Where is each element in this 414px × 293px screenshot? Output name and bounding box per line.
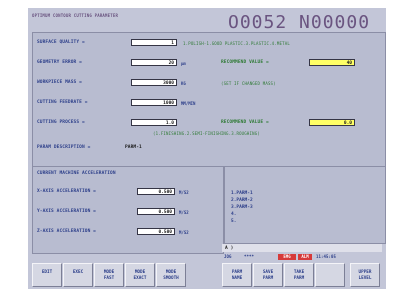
softkey-save-parm[interactable]: SAVE PARM xyxy=(253,263,283,287)
geometry-error-recommend-value: 40 xyxy=(309,59,355,66)
param-description-value[interactable]: PARM-1 xyxy=(125,145,142,150)
workpiece-mass-label: WORKPIECE MASS = xyxy=(37,80,82,85)
program-number: O0052 N00000 xyxy=(228,12,371,33)
softkey-mode-smooth[interactable]: MODE SMOOTH xyxy=(156,263,186,287)
cutting-process-input[interactable]: 1.0 xyxy=(131,119,177,126)
preset-item[interactable]: 4. xyxy=(231,212,236,217)
surface-quality-label: SURFACE QUALITY = xyxy=(37,40,85,45)
softkey-take-parm[interactable]: TAKE PARM xyxy=(284,263,314,287)
preset-item[interactable]: 1.PARM-1 xyxy=(231,191,253,196)
z-accel-label: Z-AXIS ACCELERATION = xyxy=(37,229,96,234)
clock: 11:45:05 xyxy=(316,254,337,259)
softkey-edit[interactable]: EDIT xyxy=(32,263,62,287)
softkey-bar: EDIT EXEC MODE FAST MODE EXACT MODE SMOOTH … xyxy=(28,262,386,289)
softkey-mode-exact[interactable]: MODE EXACT xyxy=(125,263,155,287)
screen-title: OPTIMUM CONTOUR CUTTING PARAMETER xyxy=(32,13,119,18)
softkey-mode-fast[interactable]: MODE FAST xyxy=(94,263,124,287)
geometry-error-recommend-label: RECOMMEND VALUE = xyxy=(221,60,269,65)
cutting-process-recommend-label: RECOMMEND VALUE = xyxy=(221,120,269,125)
cutting-process-note: (1.FINISHING.2.SEMI-FINISHING.3.ROUGHING… xyxy=(153,131,260,136)
surface-quality-input[interactable]: 1 xyxy=(131,39,177,46)
geometry-error-label: GEOMETRY ERROR = xyxy=(37,60,82,65)
cnc-screen: OPTIMUM CONTOUR CUTTING PARAMETER O0052 … xyxy=(28,8,386,289)
param-description-label: PARAM DESCRIPTION = xyxy=(37,145,91,150)
surface-quality-note: 1.POLISH-1.GOOD PLASTIC.3.PLASTIC.4.META… xyxy=(183,41,290,46)
y-accel-label: Y-AXIS ACCELERATION = xyxy=(37,209,96,214)
acceleration-title: CURRENT MACHINE ACCELERATION xyxy=(37,171,116,176)
command-line-text: A ) xyxy=(225,246,234,251)
acceleration-panel: CURRENT MACHINE ACCELERATION X-AXIS ACCE… xyxy=(32,166,224,254)
x-accel-input[interactable]: 0.500 xyxy=(137,188,175,195)
softkey-parm-name[interactable]: PARM NAME xyxy=(222,263,252,287)
softkey-exec[interactable]: EXEC xyxy=(63,263,93,287)
emg-badge: EMG xyxy=(278,254,296,260)
workpiece-mass-input[interactable]: 3000 xyxy=(131,79,177,86)
cutting-feedrate-label: CUTTING FEEDRATE = xyxy=(37,100,88,105)
y-accel-input[interactable]: 0.500 xyxy=(137,208,175,215)
cutting-process-recommend-value: 0.0 xyxy=(309,119,355,126)
preset-item[interactable]: 2.PARM-2 xyxy=(231,198,253,203)
softkey-blank[interactable] xyxy=(315,263,345,287)
cutting-feedrate-input[interactable]: 1000 xyxy=(131,99,177,106)
cutting-process-label: CUTTING PROCESS = xyxy=(37,120,85,125)
alarm-badge: ALM xyxy=(298,254,312,260)
z-accel-input[interactable]: 0.500 xyxy=(137,228,175,235)
status-stars: **** xyxy=(244,254,255,259)
status-bar: JOG **** EMG ALM 11:45:05 xyxy=(222,254,384,260)
x-accel-unit: M/S2 xyxy=(179,190,189,195)
cutting-feedrate-unit: MM/MIN xyxy=(181,101,196,106)
geometry-error-unit: μm xyxy=(181,61,186,66)
geometry-error-input[interactable]: 20 xyxy=(131,59,177,66)
y-accel-unit: M/S2 xyxy=(179,210,189,215)
command-line[interactable]: A ) xyxy=(222,244,382,252)
softkey-upper-level[interactable]: UPPER LEVEL xyxy=(350,263,380,287)
workpiece-mass-unit: KG xyxy=(181,81,186,86)
mode-indicator: JOG xyxy=(224,254,232,259)
preset-item[interactable]: 3.PARM-3 xyxy=(231,205,253,210)
z-accel-unit: M/S2 xyxy=(179,230,189,235)
x-accel-label: X-AXIS ACCELERATION = xyxy=(37,189,96,194)
parameter-preset-list: 1.PARM-1 2.PARM-2 3.PARM-3 4. 5. xyxy=(224,166,386,244)
preset-item[interactable]: 5. xyxy=(231,219,236,224)
workpiece-mass-note: (SET IF CHANGED MASS) xyxy=(221,81,276,86)
